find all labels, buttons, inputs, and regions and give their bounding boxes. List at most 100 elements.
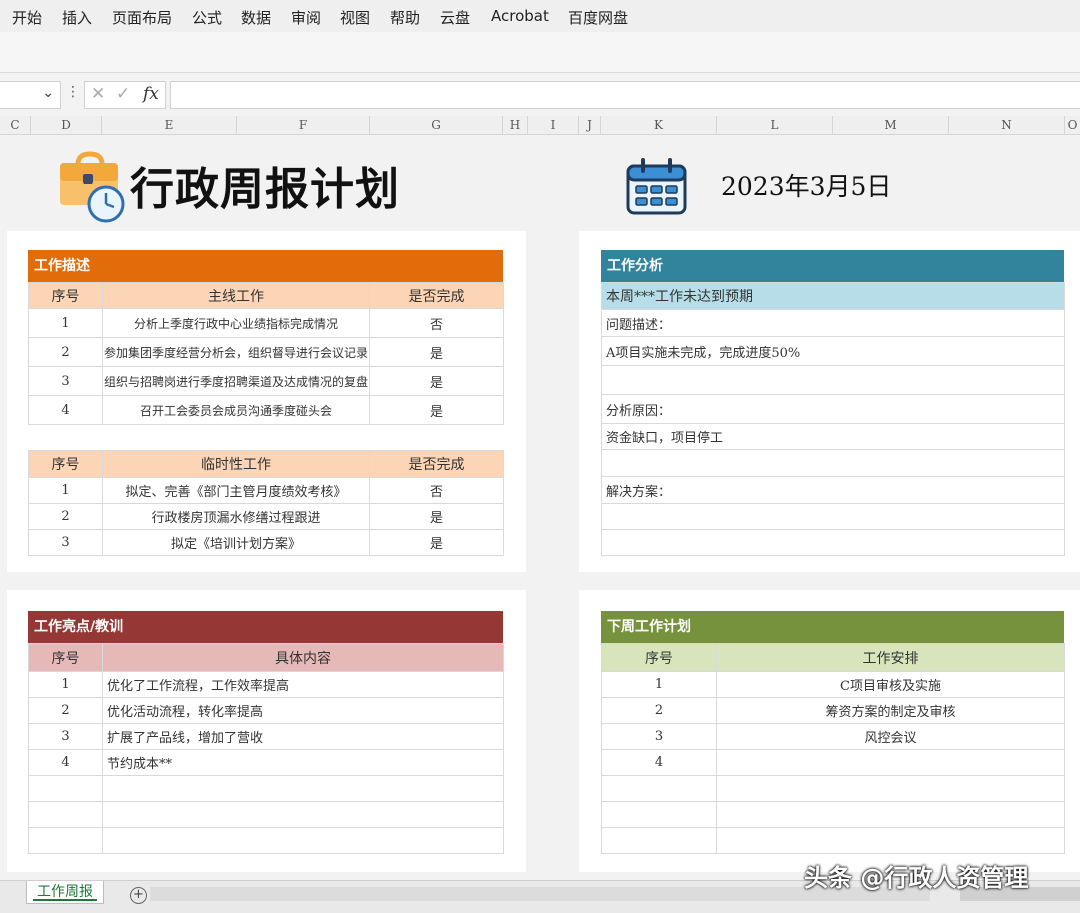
- arrangement-text[interactable]: [716, 801, 1065, 828]
- add-sheet-icon[interactable]: +: [130, 887, 147, 904]
- completed-value[interactable]: 是: [369, 337, 504, 367]
- row-index[interactable]: 2: [28, 697, 103, 724]
- table-row[interactable]: 4 节约成本**: [28, 749, 504, 776]
- analysis-row[interactable]: A项目实施未完成，完成进度50%: [601, 336, 1065, 366]
- table-row[interactable]: 2 行政楼房顶漏水修缮过程跟进 是: [28, 503, 504, 530]
- column-header-l[interactable]: L: [717, 116, 833, 134]
- row-index[interactable]: [28, 775, 103, 802]
- table-row[interactable]: 2 优化活动流程，转化率提高: [28, 697, 504, 724]
- arrangement-text[interactable]: [716, 775, 1065, 802]
- table-row[interactable]: 2 筹资方案的制定及审核: [601, 697, 1065, 724]
- menu-item-formulas[interactable]: 公式: [192, 7, 222, 28]
- row-index[interactable]: 2: [601, 697, 717, 724]
- arrangement-text[interactable]: 风控会议: [716, 723, 1065, 750]
- chevron-down-icon[interactable]: ⌄: [42, 85, 54, 101]
- analysis-row[interactable]: 解决方案：: [601, 476, 1065, 504]
- menu-item-baidu-pan[interactable]: 百度网盘: [568, 7, 628, 28]
- menu-item-acrobat[interactable]: Acrobat: [491, 7, 549, 25]
- column-header-k[interactable]: K: [601, 116, 717, 134]
- formula-input[interactable]: [170, 81, 1080, 109]
- arrangement-text[interactable]: 筹资方案的制定及审核: [716, 697, 1065, 724]
- row-index[interactable]: 4: [28, 395, 103, 425]
- cancel-icon[interactable]: ✕: [91, 84, 105, 104]
- temp-work-text[interactable]: 拟定、完善《部门主管月度绩效考核》: [102, 477, 370, 504]
- row-index[interactable]: 2: [28, 337, 103, 367]
- name-box[interactable]: ⌄: [0, 81, 61, 109]
- analysis-row[interactable]: [601, 365, 1065, 395]
- completed-value[interactable]: 是: [369, 529, 504, 556]
- table-row[interactable]: [601, 801, 1065, 828]
- table-row[interactable]: 3 扩展了产品线，增加了营收: [28, 723, 504, 750]
- arrangement-text[interactable]: [716, 749, 1065, 776]
- table-row[interactable]: 3 风控会议: [601, 723, 1065, 750]
- table-row[interactable]: 4 召开工会委员会成员沟通季度碰头会 是: [28, 395, 504, 425]
- completed-value[interactable]: 否: [369, 477, 504, 504]
- row-index[interactable]: 4: [28, 749, 103, 776]
- menu-item-home[interactable]: 开始: [12, 7, 42, 28]
- table-row[interactable]: [601, 775, 1065, 802]
- column-header-c[interactable]: C: [0, 116, 31, 134]
- row-index[interactable]: 2: [28, 503, 103, 530]
- row-index[interactable]: [601, 827, 717, 854]
- row-index[interactable]: 3: [28, 723, 103, 750]
- arrangement-text[interactable]: C项目审核及实施: [716, 671, 1065, 698]
- highlight-text[interactable]: [102, 827, 504, 854]
- analysis-summary[interactable]: 本周***工作未达到预期: [601, 282, 1065, 310]
- main-work-text[interactable]: 分析上季度行政中心业绩指标完成情况: [102, 308, 370, 338]
- table-row[interactable]: 1 分析上季度行政中心业绩指标完成情况 否: [28, 308, 504, 338]
- row-index[interactable]: [601, 775, 717, 802]
- column-header-i[interactable]: I: [528, 116, 579, 134]
- completed-value[interactable]: 否: [369, 308, 504, 338]
- highlight-text[interactable]: [102, 775, 504, 802]
- analysis-row[interactable]: [601, 503, 1065, 530]
- row-index[interactable]: [28, 801, 103, 828]
- highlight-text[interactable]: 优化活动流程，转化率提高: [102, 697, 504, 724]
- menu-item-data[interactable]: 数据: [241, 7, 271, 28]
- analysis-row[interactable]: [601, 529, 1065, 556]
- table-row[interactable]: [28, 827, 504, 854]
- column-header-e[interactable]: E: [102, 116, 237, 134]
- highlight-text[interactable]: 节约成本**: [102, 749, 504, 776]
- table-row[interactable]: 3 组织与招聘岗进行季度招聘渠道及达成情况的复盘 是: [28, 366, 504, 396]
- column-header-j[interactable]: J: [579, 116, 601, 134]
- table-row[interactable]: 1 拟定、完善《部门主管月度绩效考核》 否: [28, 477, 504, 504]
- row-index[interactable]: 3: [28, 366, 103, 396]
- column-header-n[interactable]: N: [949, 116, 1065, 134]
- table-row[interactable]: 1 优化了工作流程，工作效率提高: [28, 671, 504, 698]
- row-index[interactable]: [28, 827, 103, 854]
- column-header-f[interactable]: F: [237, 116, 370, 134]
- row-index[interactable]: 1: [601, 671, 717, 698]
- column-header-h[interactable]: H: [503, 116, 528, 134]
- more-vertical-icon[interactable]: ⋮: [66, 84, 80, 100]
- analysis-row[interactable]: [601, 449, 1065, 477]
- analysis-row[interactable]: 分析原因：: [601, 394, 1065, 424]
- table-row[interactable]: 2 参加集团季度经营分析会，组织督导进行会议记录 是: [28, 337, 504, 367]
- highlight-text[interactable]: [102, 801, 504, 828]
- column-header-g[interactable]: G: [370, 116, 503, 134]
- menu-item-help[interactable]: 帮助: [390, 7, 420, 28]
- temp-work-text[interactable]: 行政楼房顶漏水修缮过程跟进: [102, 503, 370, 530]
- highlight-text[interactable]: 扩展了产品线，增加了营收: [102, 723, 504, 750]
- column-header-m[interactable]: M: [833, 116, 949, 134]
- row-index[interactable]: 1: [28, 308, 103, 338]
- column-header-o[interactable]: O: [1065, 116, 1080, 134]
- highlight-text[interactable]: 优化了工作流程，工作效率提高: [102, 671, 504, 698]
- menu-item-cloud[interactable]: 云盘: [440, 7, 470, 28]
- row-index[interactable]: 3: [28, 529, 103, 556]
- sheet-tab-weekly-report[interactable]: 工作周报: [26, 881, 104, 904]
- row-index[interactable]: 3: [601, 723, 717, 750]
- menu-item-review[interactable]: 审阅: [291, 7, 321, 28]
- table-row[interactable]: [28, 801, 504, 828]
- menu-item-insert[interactable]: 插入: [62, 7, 92, 28]
- arrangement-text[interactable]: [716, 827, 1065, 854]
- table-row[interactable]: [28, 775, 504, 802]
- row-index[interactable]: 1: [28, 477, 103, 504]
- confirm-icon[interactable]: ✓: [116, 84, 130, 104]
- row-index[interactable]: [601, 801, 717, 828]
- main-work-text[interactable]: 召开工会委员会成员沟通季度碰头会: [102, 395, 370, 425]
- completed-value[interactable]: 是: [369, 366, 504, 396]
- menu-item-view[interactable]: 视图: [340, 7, 370, 28]
- main-work-text[interactable]: 参加集团季度经营分析会，组织督导进行会议记录: [102, 337, 370, 367]
- analysis-row[interactable]: 资金缺口，项目停工: [601, 423, 1065, 450]
- menu-item-page-layout[interactable]: 页面布局: [112, 7, 172, 28]
